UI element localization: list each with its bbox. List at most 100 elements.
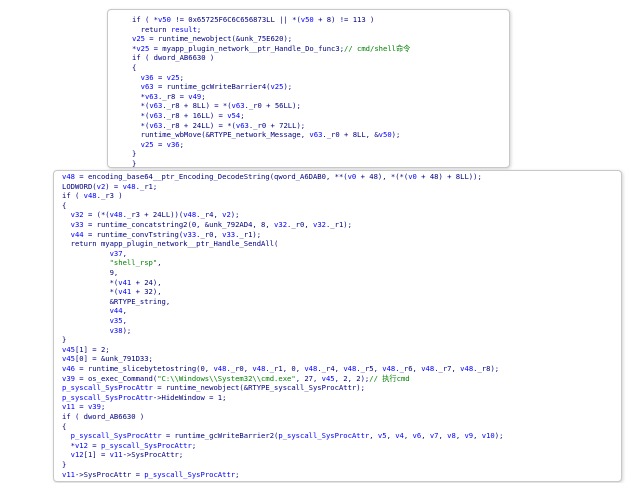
code-variable: v10 (481, 431, 495, 441)
code-string: "C:\\Windows\\System32\\cmd.exe" (157, 373, 296, 383)
code-variable: v39 (87, 402, 101, 412)
code-line: v45[0] = &unk_791D33; (62, 354, 621, 364)
code-variable: v41 (118, 287, 132, 297)
code-variable: p_syscall_SysProcAttr (100, 440, 192, 450)
code-token: , (157, 258, 162, 268)
code-variable: v48 (122, 181, 136, 191)
code-token: ); (230, 210, 240, 220)
code-line: LODWORD(v2) = v48._r1; (62, 182, 621, 192)
code-line: *(v41 + 24), (62, 278, 621, 288)
code-token: { (62, 200, 67, 210)
code-token: ._r8 + 24LL) = *( (162, 120, 236, 130)
code-variable: v63 (231, 101, 245, 111)
code-variable: v36 (166, 139, 180, 149)
code-token: ._r1); (325, 220, 352, 229)
code-variable: v11 (62, 469, 75, 479)
code-variable: p_syscall_SysProcAttr (62, 392, 153, 402)
code-variable: v33 (70, 220, 84, 229)
code-token: = encoding_base64__ptr_Encoding_DecodeSt… (74, 172, 348, 181)
code-token: ; (179, 72, 184, 82)
code-variable: v6 (412, 431, 422, 441)
code-variable: v63 (149, 120, 163, 130)
code-variable: v63 (309, 130, 323, 140)
code-string: "shell_rsp" (109, 258, 158, 268)
code-token: = runtime_convTstring( (83, 229, 184, 239)
code-variable: v48 (83, 191, 97, 201)
code-token: ._r1; (135, 181, 158, 191)
code-variable: v36 (140, 72, 154, 82)
code-token: { (132, 63, 137, 72)
code-snippet-exec-cmd: v48 = encoding_base64__ptr_Encoding_Deco… (53, 170, 622, 482)
code-line: v12[1] = v11->SysProcAttr; (62, 450, 621, 460)
code-token: ._r3 ) (96, 191, 123, 201)
code-line: if ( *v50 != 0x65725F6C6C656873LL || *(v… (132, 15, 509, 25)
code-token: *( (62, 277, 119, 287)
code-variable: v48 (252, 364, 266, 373)
code-line: v25 = v36; (132, 140, 509, 150)
code-token: ._r7, (434, 364, 461, 373)
code-token: ); (494, 431, 504, 441)
code-token: , (369, 431, 378, 441)
code-line: &RTYPE_string, (62, 297, 621, 307)
code-token: = runtime_newobject(&unk_75E620); (144, 34, 293, 44)
code-token: = myapp_plugin_network__ptr_Handle_Do_fu… (149, 43, 345, 53)
code-token: } (62, 335, 67, 345)
code-token: ._r4, (196, 210, 223, 220)
code-variable: p_syscall_SysProcAttr (278, 431, 370, 441)
code-line: v44, (62, 306, 621, 316)
code-variable: p_syscall_SysProcAttr (70, 431, 162, 441)
code-line: } (62, 335, 621, 345)
code-token: , (122, 306, 127, 316)
code-token: = runtime_concatstring2(0, &unk_792AD4, … (83, 220, 275, 229)
code-token: ; (201, 91, 206, 101)
code-token: + 48) + 8LL)); (416, 172, 482, 181)
code-variable: v45 (62, 344, 75, 354)
code-line: p_syscall_SysProcAttr->HideWindow = 1; (62, 393, 621, 403)
code-line: } (132, 149, 509, 159)
code-token: ._r0 + 72LL); (248, 120, 306, 130)
code-line: "shell_rsp", (62, 258, 621, 268)
code-line: v44 = runtime_convTstring(v33._r0, v33._… (62, 230, 621, 240)
code-line: v46 = runtime_slicebytetostring(0, v48._… (62, 364, 621, 374)
code-line: *v12 = p_syscall_SysProcAttr; (62, 441, 621, 451)
code-variable: v44 (109, 306, 123, 316)
code-variable: v63 (235, 120, 249, 130)
code-token: ._r8); (473, 364, 500, 373)
code-comment: // cmd/shell命令 (344, 43, 411, 53)
code-line: } (62, 460, 621, 470)
code-token: ._r8 + 8LL) = *( (162, 101, 232, 111)
code-line: return myapp_plugin_network__ptr_Handle_… (62, 239, 621, 249)
code-variable: v63 (140, 82, 154, 92)
code-token: = (74, 402, 88, 412)
code-token: ->SysProcAttr; (122, 450, 184, 460)
code-token: ._r0, (287, 220, 313, 229)
code-line: 9, (62, 268, 621, 278)
code-token: if ( dword_AB6630 ) (62, 412, 145, 421)
code-variable: v32 (274, 220, 288, 229)
code-variable: v9 (464, 431, 474, 441)
code-line: } (132, 159, 509, 168)
code-variable: v38 (109, 325, 123, 335)
code-line: v48 = encoding_base64__ptr_Encoding_Deco… (62, 172, 621, 182)
code-token: ._r0 + 56LL); (244, 101, 301, 111)
code-variable: v48 (183, 210, 197, 220)
code-line: *(v63._r8 + 24LL) = *(v63._r0 + 72LL); (132, 121, 509, 131)
code-variable: v32 (70, 210, 84, 220)
code-line: *(v63._r8 + 16LL) = v54; (132, 111, 509, 121)
code-variable: v0 (347, 172, 357, 181)
code-variable: v25 (166, 72, 180, 82)
code-variable: v0 (408, 172, 417, 181)
code-token: , 2, 2); (334, 373, 370, 383)
code-token: } (132, 159, 137, 168)
code-line: v63 = runtime_gcWriteBarrier4(v25); (132, 82, 509, 92)
code-line: v45[1] = 2; (62, 345, 621, 355)
code-token: ) = (105, 181, 123, 191)
